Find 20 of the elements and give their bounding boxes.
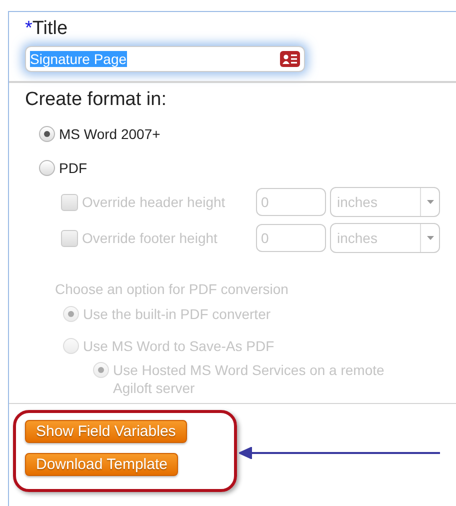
contact-card-icon[interactable] [280, 51, 300, 67]
checkbox-label: Override footer height [82, 230, 218, 246]
radio-label: Use MS Word to Save-As PDF [83, 337, 274, 355]
field-label: Title [32, 18, 68, 40]
radio-button[interactable] [39, 126, 55, 142]
required-mark: * [25, 18, 32, 40]
radio-label: MS Word 2007+ [59, 125, 160, 143]
radio-label: Use Hosted MS Word Services on a remote Agiloft server [113, 361, 386, 397]
arrow-icon [239, 447, 441, 459]
title-field[interactable]: Signature Page [25, 46, 305, 72]
action-button[interactable]: Show Field Variables [25, 420, 187, 443]
radio-button[interactable] [39, 160, 55, 176]
option-heading: Choose an option for PDF conversion [55, 281, 290, 297]
caret-icon [426, 236, 434, 240]
checkbox-label: Override header height [82, 194, 226, 210]
radio-label: PDF [59, 159, 87, 177]
caret-icon [426, 200, 434, 204]
action-button[interactable]: Download Template [25, 453, 178, 476]
section-heading: Create format in: [25, 89, 168, 111]
radio-label: Use the built-in PDF converter [83, 305, 271, 323]
